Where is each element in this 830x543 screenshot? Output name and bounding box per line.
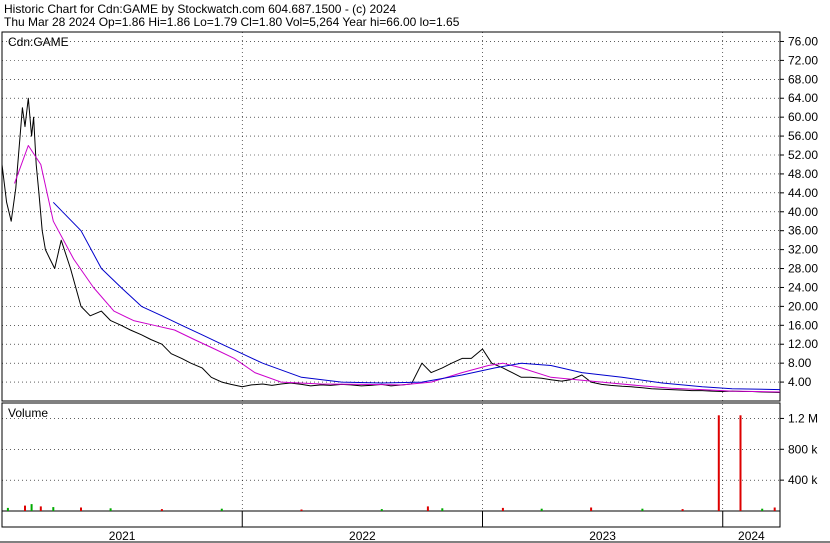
volume-bar bbox=[717, 415, 720, 511]
volume-bar bbox=[80, 507, 82, 511]
price-panel-frame bbox=[1, 31, 781, 402]
volume-bar bbox=[761, 508, 764, 511]
volume-bar bbox=[773, 507, 776, 511]
volume-bar bbox=[52, 507, 55, 511]
volume-bar bbox=[24, 505, 26, 511]
volume-tick-label: 1.2 M bbox=[788, 411, 818, 425]
price-tick-label: 56.00 bbox=[788, 129, 818, 143]
volume-bar bbox=[380, 509, 383, 511]
year-tick-label: 2024 bbox=[738, 529, 765, 543]
volume-bar bbox=[109, 508, 112, 511]
volume-bar bbox=[426, 506, 429, 511]
volume-bar bbox=[540, 508, 543, 511]
price-tick-label: 40.00 bbox=[788, 205, 818, 219]
price-tick-label: 68.00 bbox=[788, 72, 818, 86]
price-tick-label: 48.00 bbox=[788, 167, 818, 181]
price-panel-label: Cdn:GAME bbox=[8, 35, 69, 49]
volume-bar bbox=[739, 415, 742, 511]
price-tick-label: 16.00 bbox=[788, 318, 818, 332]
price-tick-label: 64.00 bbox=[788, 91, 818, 105]
moving-average-short-line bbox=[14, 145, 781, 393]
price-tick-label: 60.00 bbox=[788, 110, 818, 124]
price-tick-label: 24.00 bbox=[788, 280, 818, 294]
volume-bar bbox=[220, 508, 223, 511]
price-tick-label: 36.00 bbox=[788, 224, 818, 238]
year-tick-label: 2023 bbox=[589, 529, 616, 543]
volume-panel-frame bbox=[1, 402, 781, 512]
volume-bar bbox=[300, 509, 303, 511]
stock-chart: Cdn:GAME Volume 4.00 8.00 12.00 16.00 20.00 24.… bbox=[0, 31, 830, 543]
price-tick-label: 32.00 bbox=[788, 243, 818, 257]
volume-tick-label: 400 k bbox=[788, 473, 818, 487]
price-tick-label: 44.00 bbox=[788, 186, 818, 200]
chart-stage: Historic Chart for Cdn:GAME by Stockwatc… bbox=[0, 0, 830, 543]
volume-panel-label: Volume bbox=[8, 406, 48, 420]
price-tick-label: 52.00 bbox=[788, 148, 818, 162]
price-tick-label: 12.00 bbox=[788, 337, 818, 351]
volume-bar bbox=[39, 506, 42, 511]
volume-bar bbox=[590, 507, 593, 511]
volume-bar bbox=[6, 507, 9, 511]
volume-tick-label: 800 k bbox=[788, 442, 818, 456]
year-tick-label: 2021 bbox=[109, 529, 136, 543]
price-tick-label: 4.00 bbox=[788, 375, 812, 389]
price-tick-label: 72.00 bbox=[788, 53, 818, 67]
volume-bar bbox=[30, 504, 33, 511]
price-tick-label: 76.00 bbox=[788, 34, 818, 48]
year-axis-frame bbox=[1, 510, 781, 528]
volume-bar bbox=[160, 509, 163, 511]
year-tick-label: 2022 bbox=[349, 529, 376, 543]
price-tick-label: 20.00 bbox=[788, 299, 818, 313]
volume-bar bbox=[501, 507, 504, 511]
price-tick-label: 28.00 bbox=[788, 262, 818, 276]
volume-bar bbox=[441, 508, 444, 511]
volume-bar bbox=[641, 508, 644, 511]
volume-bar bbox=[681, 509, 684, 511]
price-line bbox=[1, 97, 781, 393]
price-tick-label: 8.00 bbox=[788, 356, 812, 370]
